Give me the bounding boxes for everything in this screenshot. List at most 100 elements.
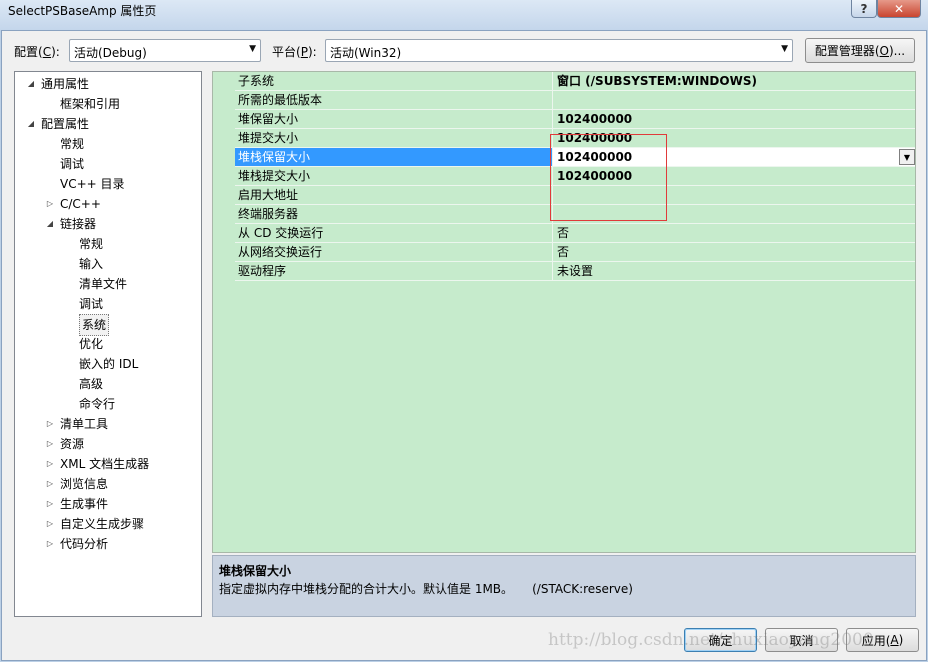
category-tree[interactable]: ◢ 通用属性 框架和引用 ◢ 配置属性 常规 调试 VC++ 目录 ▷ C/C++ ◢ 链接器 常规 输入… (14, 71, 202, 617)
tree-item[interactable]: ▷ C/C++ (15, 194, 201, 214)
help-button[interactable]: ? (851, 0, 877, 18)
tree-item-label: C/C++ (60, 197, 101, 211)
ok-button[interactable]: 确定 (684, 628, 757, 652)
tree-item[interactable]: ▷ 生成事件 (15, 494, 201, 514)
tree-item-label: 常规 (79, 237, 104, 251)
tree-item[interactable]: ▷ 自定义生成步骤 (15, 514, 201, 534)
config-dropdown[interactable]: 活动(Debug) ▼ (69, 39, 261, 62)
tree-item-label: 调试 (79, 297, 104, 311)
tree-item[interactable]: 清单文件 (15, 274, 201, 294)
tree-item[interactable]: 调试 (15, 154, 201, 174)
close-icon: ✕ (893, 1, 905, 16)
property-value (553, 91, 915, 109)
property-name: 启用大地址 (235, 186, 553, 204)
tree-item[interactable]: 调试 (15, 294, 201, 314)
collapsed-arrow-icon[interactable]: ▷ (45, 474, 55, 494)
tree-item[interactable]: ◢ 链接器 (15, 214, 201, 234)
collapsed-arrow-icon[interactable]: ▷ (45, 434, 55, 454)
tree-item-label: 清单工具 (60, 417, 109, 431)
tree-item-label: 高级 (79, 377, 104, 391)
collapsed-arrow-icon[interactable]: ▷ (45, 194, 55, 214)
collapsed-arrow-icon[interactable]: ▷ (45, 414, 55, 434)
apply-button[interactable]: 应用(A) (846, 628, 919, 652)
tree-item[interactable]: 高级 (15, 374, 201, 394)
tree-item[interactable]: 优化 (15, 334, 201, 354)
tree-item-label: 嵌入的 IDL (79, 357, 139, 371)
tree-item-label: 调试 (60, 157, 85, 171)
tree-item[interactable]: 常规 (15, 234, 201, 254)
property-row[interactable]: 子系统 窗口 (/SUBSYSTEM:WINDOWS) (235, 72, 915, 91)
collapsed-arrow-icon[interactable]: ▷ (45, 454, 55, 474)
dialog-client: 配置(C): 活动(Debug) ▼ 平台(P): 活动(Win32) ▼ 配置… (1, 30, 927, 661)
tree-item[interactable]: 系统 (15, 314, 201, 336)
config-label: 配置(C): (14, 45, 60, 59)
tree-item-label: 优化 (79, 337, 104, 351)
collapsed-arrow-icon[interactable]: ▷ (45, 494, 55, 514)
tree-item-label: 浏览信息 (60, 477, 109, 491)
platform-value: 活动(Win32) (330, 46, 402, 60)
property-name: 驱动程序 (235, 262, 553, 280)
tree-item-label: 代码分析 (60, 537, 109, 551)
tree-item[interactable]: ◢ 通用属性 (15, 74, 201, 94)
tree-item-label: 系统 (79, 314, 110, 336)
expanded-arrow-icon[interactable]: ◢ (26, 74, 36, 94)
tree-item[interactable]: ▷ 浏览信息 (15, 474, 201, 494)
tree-item-label: 通用属性 (41, 77, 90, 91)
property-row[interactable]: 堆栈保留大小 102400000 ▼ (235, 148, 915, 167)
tree-item[interactable]: 常规 (15, 134, 201, 154)
property-value[interactable]: 102400000 (553, 148, 915, 166)
collapsed-arrow-icon[interactable]: ▷ (45, 514, 55, 534)
tree-item-label: 配置属性 (41, 117, 90, 131)
tree-item[interactable]: 嵌入的 IDL (15, 354, 201, 374)
description-title: 堆栈保留大小 (219, 564, 292, 578)
expanded-arrow-icon[interactable]: ◢ (26, 114, 36, 134)
property-name: 从 CD 交换运行 (235, 224, 553, 242)
property-value: 窗口 (/SUBSYSTEM:WINDOWS) (557, 74, 757, 88)
close-button[interactable]: ✕ (877, 0, 921, 18)
tree-item[interactable]: ▷ 清单工具 (15, 414, 201, 434)
tree-item-label: XML 文档生成器 (60, 457, 150, 471)
property-value (553, 186, 915, 204)
property-row[interactable]: 从网络交换运行否 (235, 243, 915, 262)
platform-dropdown[interactable]: 活动(Win32) ▼ (325, 39, 793, 62)
property-row[interactable]: 堆保留大小 102400000 (235, 110, 915, 129)
collapsed-arrow-icon[interactable]: ▷ (45, 534, 55, 554)
property-row[interactable]: 所需的最低版本 (235, 91, 915, 110)
grid-gutter (213, 72, 235, 552)
property-value: 102400000 (557, 112, 633, 126)
property-name: 终端服务器 (235, 205, 553, 223)
tree-item-label: 链接器 (60, 217, 97, 231)
tree-item[interactable]: ▷ 资源 (15, 434, 201, 454)
tree-item[interactable]: 输入 (15, 254, 201, 274)
tree-item[interactable]: ▷ XML 文档生成器 (15, 454, 201, 474)
property-row[interactable]: 驱动程序 未设置 (235, 262, 915, 281)
property-name: 子系统 (235, 72, 553, 90)
tree-item-label: 资源 (60, 437, 85, 451)
platform-label: 平台(P): (272, 45, 317, 59)
property-row[interactable]: 终端服务器 (235, 205, 915, 224)
chevron-down-icon[interactable]: ▼ (899, 149, 915, 165)
tree-item[interactable]: ▷ 代码分析 (15, 534, 201, 554)
tree-item[interactable]: VC++ 目录 (15, 174, 201, 194)
property-row[interactable]: 堆提交大小 102400000 (235, 129, 915, 148)
property-name: 堆栈保留大小 (235, 148, 553, 166)
property-row[interactable]: 从 CD 交换运行否 (235, 224, 915, 243)
property-row[interactable]: 启用大地址 (235, 186, 915, 205)
property-value: 否 (557, 245, 570, 259)
property-row[interactable]: 堆栈提交大小 102400000 (235, 167, 915, 186)
property-name: 从网络交换运行 (235, 243, 553, 261)
tree-item-label: 命令行 (79, 397, 116, 411)
tree-item[interactable]: 命令行 (15, 394, 201, 414)
tree-item[interactable]: 框架和引用 (15, 94, 201, 114)
chevron-down-icon: ▼ (249, 44, 256, 54)
expanded-arrow-icon[interactable]: ◢ (45, 214, 55, 234)
config-manager-button[interactable]: 配置管理器(O)... (805, 38, 915, 63)
help-icon: ? (860, 1, 868, 16)
property-name: 所需的最低版本 (235, 91, 553, 109)
tree-item[interactable]: ◢ 配置属性 (15, 114, 201, 134)
property-value (553, 205, 915, 223)
property-value: 102400000 (557, 169, 633, 183)
cancel-button[interactable]: 取消 (765, 628, 838, 652)
description-text: 指定虚拟内存中堆栈分配的合计大小。默认值是 1MB。 (/STACK:reser… (219, 582, 633, 596)
chevron-down-icon: ▼ (781, 44, 788, 54)
